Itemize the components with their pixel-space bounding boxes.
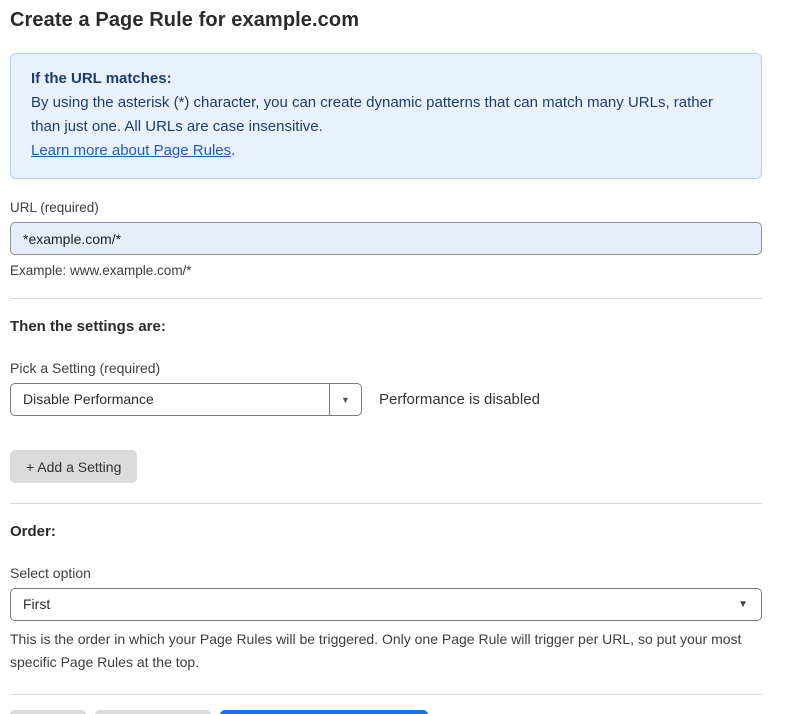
link-period: . [231, 142, 235, 159]
info-box-body: By using the asterisk (*) character, you… [31, 91, 741, 139]
save-and-deploy-button[interactable]: Save and Deploy Page Rule [220, 710, 428, 714]
info-box-heading: If the URL matches: [31, 67, 741, 91]
divider [10, 298, 762, 299]
settings-section-heading: Then the settings are: [10, 318, 762, 335]
cancel-button[interactable]: Cancel [10, 710, 86, 714]
save-as-draft-button[interactable]: Save as Draft [95, 710, 212, 714]
learn-more-link[interactable]: Learn more about Page Rules [31, 142, 231, 159]
page-rule-form: Create a Page Rule for example.com If th… [10, 0, 762, 714]
footer-actions: Cancel Save as Draft Save and Deploy Pag… [10, 710, 762, 714]
order-section-heading: Order: [10, 523, 762, 540]
order-select-label: Select option [10, 565, 762, 581]
caret-down-icon: ▼ [738, 599, 761, 610]
divider [10, 503, 762, 504]
setting-row: Disable Performance ▼ Performance is dis… [10, 383, 762, 416]
setting-select-arrow-button[interactable]: ▼ [329, 384, 361, 415]
order-select-value: First [11, 589, 738, 620]
url-example-text: Example: www.example.com/* [10, 263, 762, 278]
caret-down-icon: ▼ [341, 395, 350, 405]
add-setting-button[interactable]: + Add a Setting [10, 450, 137, 483]
url-field-label: URL (required) [10, 200, 762, 215]
url-input[interactable] [10, 222, 762, 255]
setting-select[interactable]: Disable Performance ▼ [10, 383, 362, 416]
order-help-text: This is the order in which your Page Rul… [10, 628, 762, 674]
order-select[interactable]: First ▼ [10, 588, 762, 621]
add-setting-wrap: + Add a Setting [10, 450, 762, 483]
url-match-info-box: If the URL matches: By using the asteris… [10, 53, 762, 179]
setting-select-value: Disable Performance [11, 384, 329, 415]
divider [10, 694, 762, 695]
page-title: Create a Page Rule for example.com [10, 9, 762, 32]
info-box-link-line: Learn more about Page Rules. [31, 139, 741, 163]
setting-status-text: Performance is disabled [379, 391, 540, 408]
pick-setting-label: Pick a Setting (required) [10, 360, 762, 376]
